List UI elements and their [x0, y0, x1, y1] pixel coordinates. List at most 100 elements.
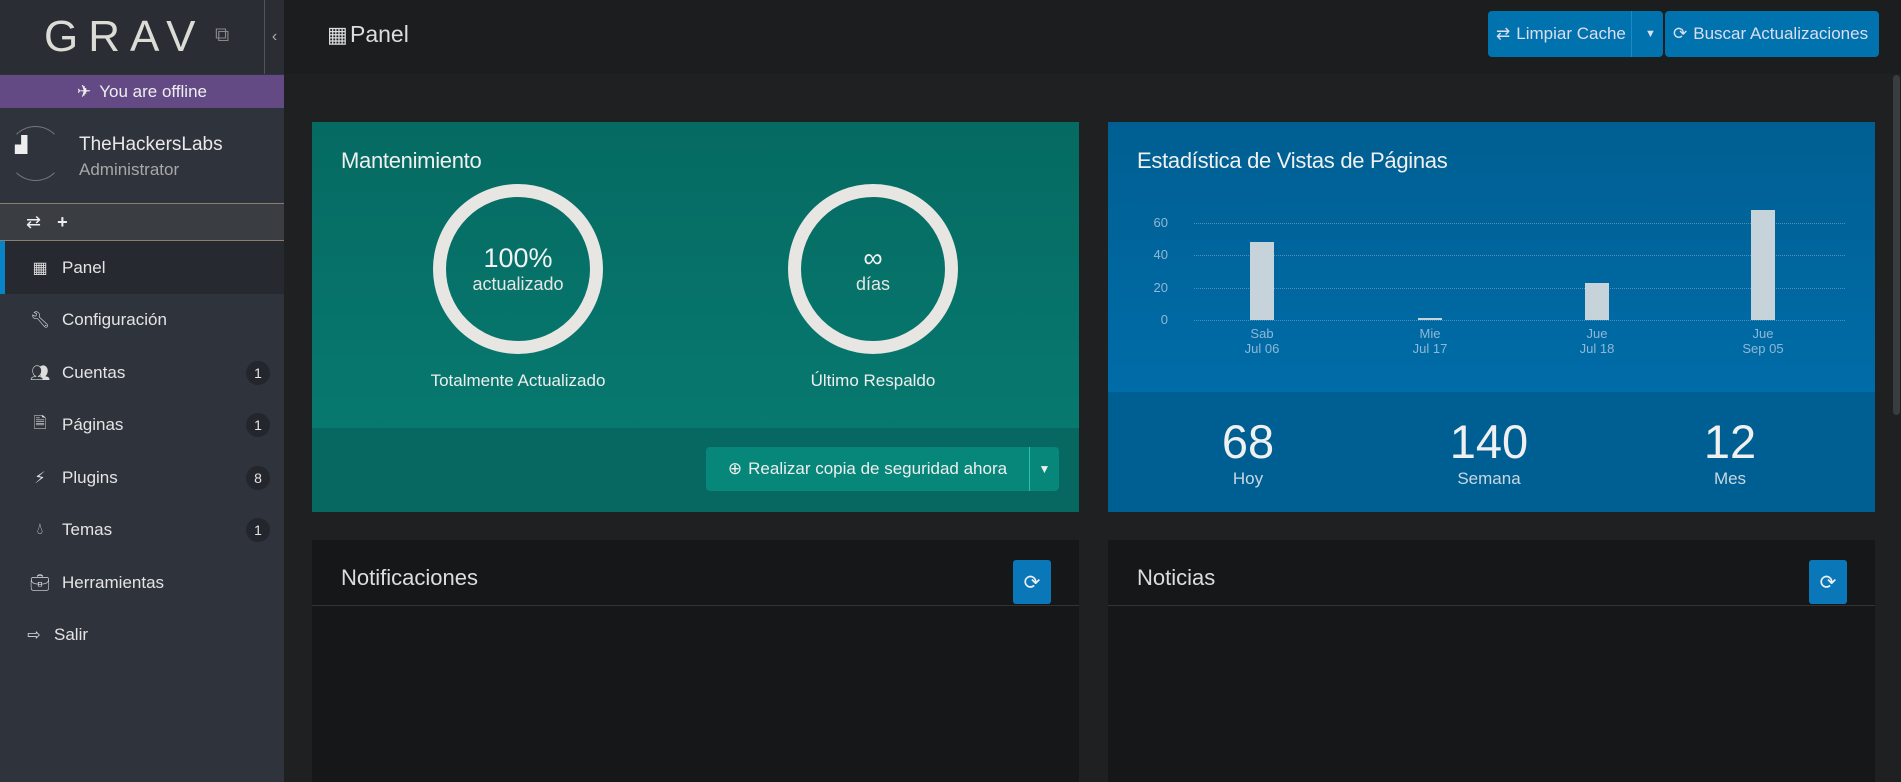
x-tick-line: Sep 05	[1742, 341, 1784, 356]
retweet-icon: ⇄	[1496, 24, 1511, 43]
x-tick-line: Jul 18	[1579, 341, 1615, 356]
x-tick-line: Jue	[1752, 326, 1774, 341]
updated-value: 100%	[483, 243, 553, 273]
x-tick-line: Jul 17	[1412, 341, 1448, 356]
check-updates-button[interactable]: ⟳ Buscar Actualizaciones	[1665, 11, 1879, 57]
y-tick-label: 60	[1153, 215, 1168, 230]
news-title: Noticias	[1137, 565, 1216, 590]
collapse-sidebar-button[interactable]: ‹	[264, 0, 284, 74]
file-icon: 🗎	[33, 414, 47, 432]
sidebar-item-label: Páginas	[62, 415, 124, 434]
stats-title: Estadística de Vistas de Páginas	[1137, 148, 1448, 173]
quick-tools: ⇄ +	[0, 203, 284, 241]
sidebar-item-label: Panel	[62, 257, 106, 277]
backup-unit: días	[855, 274, 891, 294]
sidebar-item-cuentas[interactable]: 👥︎ Cuentas 1	[0, 346, 284, 399]
sidebar-item-label: Cuentas	[62, 362, 126, 382]
sidebar-item-label: Plugins	[62, 467, 118, 487]
notifications-title: Notificaciones	[341, 565, 478, 590]
stat-today: 68 Hoy	[1148, 414, 1348, 489]
stat-month: 12 Mes	[1630, 414, 1830, 489]
user-name: TheHackersLabs	[79, 134, 223, 155]
bar-0[interactable]	[1250, 242, 1274, 320]
maintenance-card: Mantenimiento 100% actualizado Totalment…	[312, 122, 1079, 512]
sidebar-item-configuracion[interactable]: 🔧︎ Configuración	[0, 294, 284, 347]
page-title: Panel	[350, 21, 409, 47]
sidebar-item-temas[interactable]: 💧︎ Temas 1	[0, 504, 284, 557]
caret-down-icon[interactable]: ▼	[1030, 462, 1059, 476]
sidebar-item-paginas[interactable]: 🗎 Páginas 1	[0, 399, 284, 452]
month-value: 12	[1703, 415, 1757, 468]
x-tick-label: Jue Jul 18	[1547, 326, 1647, 356]
sidebar-item-salir[interactable]: ⇨ Salir	[0, 609, 284, 662]
x-tick-line: Jul 06	[1244, 341, 1280, 356]
sidebar-item-herramientas[interactable]: 💼︎ Herramientas	[0, 556, 284, 609]
count-badge: 1	[246, 360, 270, 385]
offline-text: You are offline	[99, 81, 207, 101]
retweet-icon[interactable]: ⇄	[26, 212, 41, 233]
count-badge: 1	[246, 518, 270, 542]
bar-3[interactable]	[1751, 210, 1775, 320]
refresh-notifications-button[interactable]: ⟳	[1013, 560, 1051, 604]
backup-button-label: Realizar copia de seguridad ahora	[748, 459, 1008, 478]
x-tick-line: Mie	[1419, 326, 1441, 341]
refresh-icon: ⟳	[1819, 571, 1837, 594]
sidebar-item-label: Temas	[62, 520, 113, 539]
grid-icon: ▦	[327, 22, 348, 47]
y-tick-label: 20	[1153, 279, 1168, 295]
users-icon: 👥︎	[29, 364, 51, 382]
refresh-icon: ⟳	[1023, 571, 1041, 594]
avatar[interactable]: ▟	[8, 126, 63, 181]
updated-label: Totalmente Actualizado	[430, 371, 606, 390]
news-header: Noticias	[1108, 540, 1875, 606]
plug-icon: ⚡︎	[34, 469, 46, 487]
news-card: Noticias ⟳	[1108, 540, 1875, 782]
clear-cache-label: Limpiar Cache	[1516, 24, 1626, 43]
sidebar-item-label: Herramientas	[62, 572, 165, 592]
backup-ring: ∞ días	[788, 184, 958, 354]
logo-area: GRAV ⧉ ‹	[0, 0, 284, 74]
count-badge: 1	[246, 413, 270, 437]
drop-icon: 💧︎	[36, 521, 44, 538]
caret-down-icon[interactable]: ▼	[1638, 28, 1663, 40]
grav-logo[interactable]: GRAV	[44, 12, 205, 62]
x-tick-label: Sab Jul 06	[1212, 326, 1312, 356]
today-label: Hoy	[1232, 469, 1264, 488]
scrollbar-thumb[interactable]	[1893, 75, 1900, 415]
user-info[interactable]: ▟ TheHackersLabs Administrator	[0, 108, 284, 203]
bar-1[interactable]	[1418, 318, 1442, 320]
clear-cache-button[interactable]: ⇄ Limpiar Cache ▼	[1488, 11, 1663, 57]
backup-label: Último Respaldo	[810, 371, 936, 390]
sidebar-item-label: Configuración	[62, 310, 167, 329]
notifications-header: Notificaciones	[312, 540, 1079, 606]
y-tick-label: 0	[1160, 312, 1168, 327]
maintenance-title: Mantenimiento	[341, 148, 482, 173]
gridline	[1194, 223, 1845, 224]
sidebar-item-label: Salir	[54, 625, 89, 644]
gridline	[1194, 320, 1845, 321]
gridline	[1194, 255, 1845, 257]
external-link-icon[interactable]: ⧉	[215, 24, 229, 47]
refresh-news-button[interactable]: ⟳	[1809, 560, 1847, 604]
wrench-icon: 🔧︎	[29, 312, 51, 329]
x-tick-label: Jue Sep 05	[1713, 326, 1813, 356]
offline-banner: ✈ You are offline	[0, 75, 284, 108]
updated-unit: actualizado	[472, 274, 564, 294]
notifications-card: Notificaciones ⟳	[312, 540, 1079, 782]
gridline	[1194, 287, 1845, 289]
refresh-icon: ⟳	[1673, 24, 1688, 43]
updated-ring: 100% actualizado	[433, 184, 603, 354]
stat-week: 140 Semana	[1389, 414, 1589, 489]
sidebar-item-plugins[interactable]: ⚡︎ Plugins 8	[0, 451, 284, 504]
x-tick-line: Sab	[1250, 326, 1274, 341]
plus-icon[interactable]: +	[57, 212, 68, 233]
bar-2[interactable]	[1585, 282, 1609, 320]
count-badge: 8	[246, 465, 270, 490]
backup-now-button[interactable]: ⊕ Realizar copia de seguridad ahora ▼	[706, 447, 1059, 491]
month-label: Mes	[1713, 469, 1747, 488]
today-value: 68	[1221, 415, 1275, 468]
week-value: 140	[1449, 415, 1529, 468]
sidebar-item-panel[interactable]: ▦ Panel	[0, 241, 284, 294]
backup-value: ∞	[863, 243, 883, 273]
sidebar: GRAV ⧉ ‹ ✈ You are offline ▟ TheHackersLa…	[0, 0, 284, 782]
